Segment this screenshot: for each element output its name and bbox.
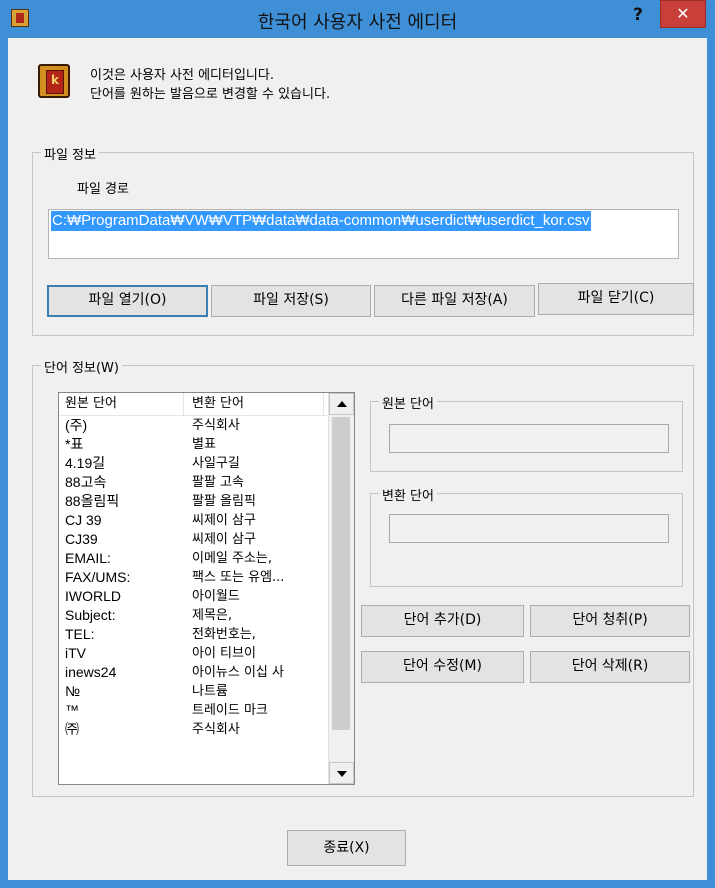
target-word-cell: 전화번호는,	[192, 627, 256, 642]
dictionary-book-icon	[38, 64, 70, 98]
target-word-cell: 별표	[192, 437, 216, 452]
source-word-cell: CJ39	[65, 531, 98, 547]
list-item[interactable]: inews24 아이뉴스 이십 사	[59, 663, 329, 682]
source-word-cell: CJ 39	[65, 512, 102, 528]
word-list-scrollbar[interactable]	[328, 393, 354, 784]
target-word-cell: 아이뉴스 이십 사	[192, 665, 284, 680]
close-button[interactable]: ✕	[660, 0, 706, 28]
list-item[interactable]: (주) 주식회사	[59, 416, 329, 435]
file-path-label: 파일 경로	[77, 182, 129, 197]
source-word-cell: ™	[65, 702, 79, 718]
list-item[interactable]: ㈜ 주식회사	[59, 720, 329, 739]
source-word-cell: (주)	[65, 417, 88, 433]
word-list[interactable]: 원본 단어 변환 단어 (주) 주식회사 *표 별표 4.19길 사일구길 88고속 팔팔 고…	[58, 392, 355, 785]
scrollbar-thumb[interactable]	[332, 417, 350, 730]
list-item[interactable]: TEL: 전화번호는,	[59, 625, 329, 644]
list-item[interactable]: *표 별표	[59, 435, 329, 454]
source-word-cell: TEL:	[65, 626, 95, 642]
target-word-cell: 아이 티브이	[192, 646, 256, 661]
list-item[interactable]: EMAIL: 이메일 주소는,	[59, 549, 329, 568]
source-word-cell: IWORLD	[65, 588, 121, 604]
edit-word-button[interactable]: 단어 수정(M)	[361, 651, 524, 683]
word-list-rows: (주) 주식회사 *표 별표 4.19길 사일구길 88고속 팔팔 고속 88올림픽 팔팔 올림픽…	[59, 416, 329, 739]
target-word-cell: 주식회사	[192, 722, 240, 737]
source-word-cell: 4.19길	[65, 455, 106, 471]
target-word-cell: 트레이드 마크	[192, 703, 268, 718]
open-file-button[interactable]: 파일 열기(O)	[47, 285, 208, 317]
list-item[interactable]: iTV 아이 티브이	[59, 644, 329, 663]
scroll-up-arrow-icon[interactable]	[329, 393, 354, 415]
intro-line-1: 이것은 사용자 사전 에디터입니다.	[90, 68, 274, 83]
word-list-header: 원본 단어 변환 단어	[59, 393, 329, 416]
list-item[interactable]: 88올림픽 팔팔 올림픽	[59, 492, 329, 511]
source-word-cell: iTV	[65, 645, 86, 661]
list-item[interactable]: CJ 39 씨제이 삼구	[59, 511, 329, 530]
title-bar[interactable]: 한국어 사용자 사전 에디터 ? ✕	[0, 0, 715, 38]
list-item[interactable]: 4.19길 사일구길	[59, 454, 329, 473]
list-item[interactable]: FAX/UMS: 팩스 또는 유엠...	[59, 568, 329, 587]
file-path-field[interactable]: C:₩ProgramData₩VW₩VTP₩data₩data-common₩u…	[48, 209, 679, 259]
close-file-button[interactable]: 파일 닫기(C)	[538, 283, 694, 315]
intro-line-2: 단어를 원하는 발음으로 변경할 수 있습니다.	[90, 87, 331, 102]
source-word-cell: FAX/UMS:	[65, 569, 131, 585]
window-title: 한국어 사용자 사전 에디터	[257, 12, 458, 33]
source-word-group-title: 원본 단어	[379, 393, 437, 412]
target-word-cell: 씨제이 삼구	[192, 513, 256, 528]
word-info-group-title: 단어 정보(W)	[41, 357, 122, 376]
exit-button[interactable]: 종료(X)	[287, 830, 406, 866]
target-word-cell: 아이월드	[192, 589, 240, 604]
column-header-source[interactable]: 원본 단어	[59, 393, 184, 415]
list-item[interactable]: Subject: 제목은,	[59, 606, 329, 625]
source-word-input[interactable]	[389, 424, 669, 453]
source-word-cell: EMAIL:	[65, 550, 111, 566]
intro-text: 이것은 사용자 사전 에디터입니다. 단어를 원하는 발음으로 변경할 수 있습…	[90, 66, 330, 104]
save-file-button[interactable]: 파일 저장(S)	[211, 285, 371, 317]
file-info-group-title: 파일 정보	[41, 144, 99, 163]
target-word-cell: 주식회사	[192, 418, 240, 433]
source-word-cell: Subject:	[65, 607, 116, 623]
list-item[interactable]: 88고속 팔팔 고속	[59, 473, 329, 492]
target-word-cell: 팔팔 올림픽	[192, 494, 256, 509]
delete-word-button[interactable]: 단어 삭제(R)	[530, 651, 690, 683]
target-word-cell: 사일구길	[192, 456, 240, 471]
file-path-value: C:₩ProgramData₩VW₩VTP₩data₩data-common₩u…	[51, 211, 591, 231]
target-word-cell: 씨제이 삼구	[192, 532, 256, 547]
source-word-cell: ㈜	[65, 721, 79, 737]
listen-word-button[interactable]: 단어 청취(P)	[530, 605, 690, 637]
add-word-button[interactable]: 단어 추가(D)	[361, 605, 524, 637]
source-word-cell: *표	[65, 436, 84, 452]
list-item[interactable]: CJ39 씨제이 삼구	[59, 530, 329, 549]
list-item[interactable]: ™ 트레이드 마크	[59, 701, 329, 720]
source-word-cell: 88고속	[65, 474, 107, 490]
target-word-group-title: 변환 단어	[379, 485, 437, 504]
list-item[interactable]: № 나트륨	[59, 682, 329, 701]
target-word-cell: 나트륨	[192, 684, 228, 699]
target-word-cell: 제목은,	[192, 608, 233, 623]
list-item[interactable]: IWORLD 아이월드	[59, 587, 329, 606]
save-as-button[interactable]: 다른 파일 저장(A)	[374, 285, 535, 317]
target-word-cell: 팩스 또는 유엠...	[192, 570, 285, 585]
help-button[interactable]: ?	[628, 5, 648, 29]
column-header-target[interactable]: 변환 단어	[184, 393, 324, 415]
target-word-cell: 팔팔 고속	[192, 475, 244, 490]
dictionary-editor-window: 한국어 사용자 사전 에디터 ? ✕ 이것은 사용자 사전 에디터입니다. 단어…	[0, 0, 715, 888]
scroll-down-arrow-icon[interactable]	[329, 762, 354, 784]
source-word-cell: 88올림픽	[65, 493, 120, 509]
source-word-cell: inews24	[65, 664, 117, 680]
dialog-client-area: 이것은 사용자 사전 에디터입니다. 단어를 원하는 발음으로 변경할 수 있습…	[8, 38, 707, 880]
source-word-cell: №	[65, 683, 81, 699]
target-word-input[interactable]	[389, 514, 669, 543]
target-word-cell: 이메일 주소는,	[192, 551, 273, 566]
